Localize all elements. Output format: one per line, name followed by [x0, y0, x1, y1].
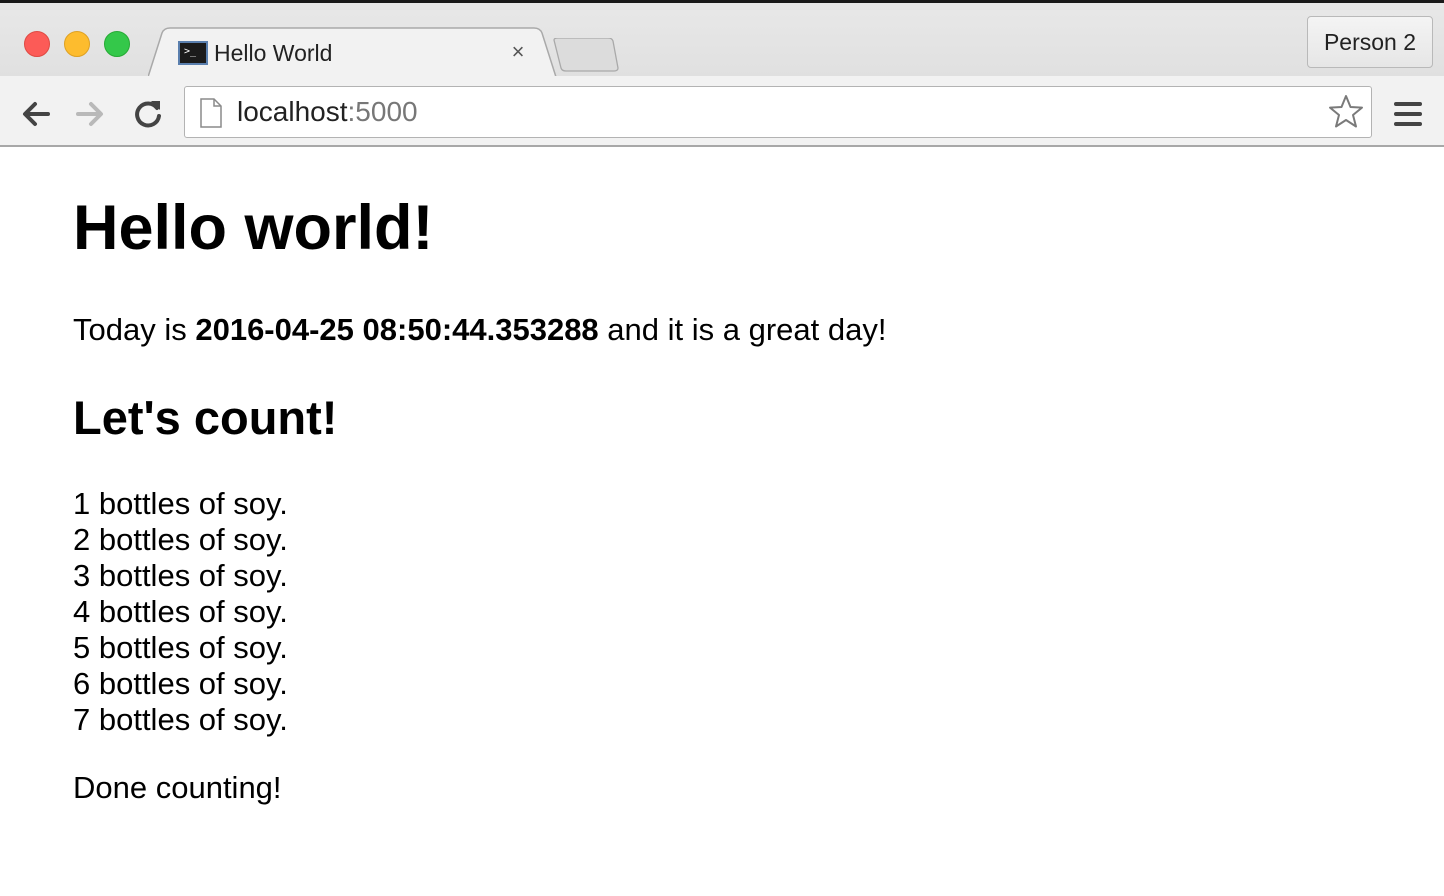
- maximize-window-button[interactable]: [104, 31, 130, 57]
- menu-icon[interactable]: [1392, 100, 1424, 128]
- reload-icon[interactable]: [130, 96, 166, 132]
- browser-toolbar: localhost:5000: [0, 76, 1444, 147]
- today-datetime: 2016-04-25 08:50:44.353288: [195, 312, 599, 347]
- page-icon: [200, 98, 222, 128]
- terminal-favicon-icon: >_: [178, 41, 208, 65]
- done-text: Done counting!: [73, 770, 282, 805]
- tab-strip: >_ Hello World × Person 2: [0, 3, 1444, 77]
- forward-icon[interactable]: [72, 96, 108, 132]
- today-line: Today is 2016-04-25 08:50:44.353288 and …: [73, 312, 886, 348]
- back-icon[interactable]: [18, 96, 54, 132]
- count-line: 1 bottles of soy.: [73, 486, 288, 521]
- minimize-window-button[interactable]: [64, 31, 90, 57]
- page-heading: Hello world!: [73, 193, 434, 263]
- new-tab-button[interactable]: [552, 38, 620, 74]
- count-list: 1 bottles of soy. 2 bottles of soy. 3 bo…: [73, 486, 288, 738]
- tab-title: Hello World: [214, 40, 333, 66]
- tab-close-icon[interactable]: ×: [506, 39, 530, 65]
- count-line: 6 bottles of soy.: [73, 666, 288, 701]
- count-line: 5 bottles of soy.: [73, 630, 288, 665]
- close-window-button[interactable]: [24, 31, 50, 57]
- today-suffix: and it is a great day!: [598, 312, 887, 347]
- url-host: localhost: [237, 96, 348, 127]
- tab-hello-world[interactable]: >_ Hello World ×: [148, 27, 558, 77]
- count-line: 2 bottles of soy.: [73, 522, 288, 557]
- address-bar[interactable]: localhost:5000: [184, 86, 1372, 138]
- tab-shape: [148, 27, 557, 77]
- today-prefix: Today is: [73, 312, 196, 347]
- star-icon[interactable]: [1327, 93, 1365, 131]
- count-line: 4 bottles of soy.: [73, 594, 288, 629]
- page-content: Hello world! Today is 2016-04-25 08:50:4…: [73, 190, 1373, 805]
- url-port: :5000: [347, 96, 418, 127]
- browser-chrome: >_ Hello World × Person 2 localhost:5000: [0, 3, 1444, 147]
- count-line: 3 bottles of soy.: [73, 558, 288, 593]
- count-line: 7 bottles of soy.: [73, 702, 288, 737]
- count-heading: Let's count!: [73, 391, 338, 444]
- url-text[interactable]: localhost:5000: [237, 96, 418, 128]
- profile-button[interactable]: Person 2: [1307, 16, 1433, 68]
